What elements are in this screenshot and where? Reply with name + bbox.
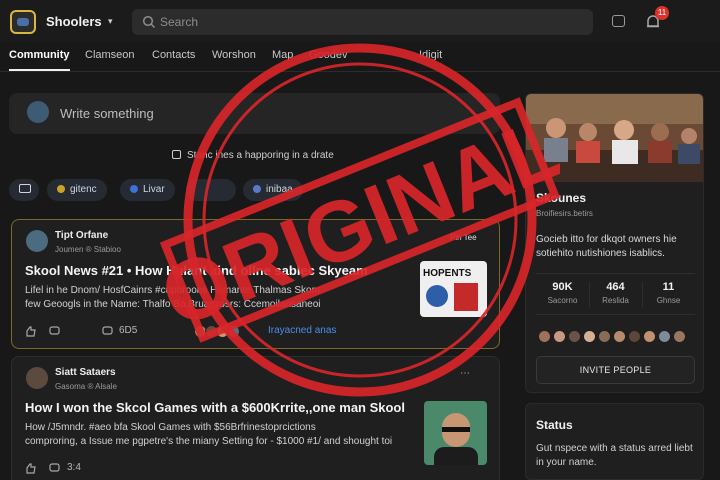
comment-icon[interactable] bbox=[102, 326, 113, 337]
image-graphic bbox=[454, 283, 478, 311]
avatar[interactable] bbox=[553, 330, 566, 343]
like-icon[interactable] bbox=[25, 326, 36, 337]
dot-icon bbox=[130, 185, 138, 193]
avatar[interactable] bbox=[628, 330, 641, 343]
community-name[interactable]: Shoolers bbox=[46, 14, 102, 29]
post-title[interactable]: Skool News #21 • How Hulant kind ollne s… bbox=[25, 263, 368, 278]
avatar[interactable] bbox=[26, 230, 48, 252]
tab-community[interactable]: Community bbox=[9, 49, 70, 61]
more-options-icon[interactable]: ⋯ bbox=[460, 368, 470, 379]
filter-pill-general[interactable]: gitenc bbox=[47, 179, 107, 201]
filter-pill-label: inibaa bbox=[266, 184, 293, 195]
post-card[interactable]: Siatt Sataers Gasoma ® Alsale ⋯ How I wo… bbox=[11, 356, 500, 480]
group-info-card: Skounes Broifiesirs.betirs Gocieb itto f… bbox=[525, 93, 704, 393]
post-title[interactable]: How I won the Skcol Games with a $600Krr… bbox=[25, 400, 405, 415]
avatar[interactable] bbox=[643, 330, 656, 343]
status-description[interactable]: Gut nspece with a status arred liebt in … bbox=[536, 442, 696, 470]
post-thumbnail[interactable]: HOPENTS bbox=[420, 261, 487, 317]
post-thumbnail[interactable] bbox=[424, 401, 487, 465]
chat-icon[interactable] bbox=[612, 15, 625, 27]
community-logo[interactable] bbox=[10, 10, 36, 34]
like-icon[interactable] bbox=[25, 463, 36, 474]
stat-value: 464 bbox=[606, 281, 625, 293]
avatar bbox=[27, 101, 49, 123]
avatar[interactable] bbox=[227, 325, 240, 338]
thumbnail-caption: HOPENTS bbox=[423, 268, 472, 279]
tab-contacts[interactable]: Contacts bbox=[152, 49, 195, 61]
filter-pill-label: gitenc bbox=[70, 184, 97, 195]
avatar[interactable] bbox=[538, 330, 551, 343]
filter-pill-live[interactable]: Livar bbox=[120, 179, 175, 201]
notification-badge: 11 bbox=[655, 6, 669, 20]
tab-about[interactable]: Idigit bbox=[419, 49, 442, 61]
stat-admins: 11 Ghnse bbox=[642, 281, 695, 305]
status-title: Status bbox=[536, 418, 573, 432]
stat-label: Ghnse bbox=[656, 296, 681, 305]
tab-members[interactable]: Goodev bbox=[309, 49, 348, 61]
event-banner[interactable]: Stanc ines a happoring in a drate bbox=[172, 150, 334, 161]
nav-tabs: Community Clamseon Contacts Worshon Map … bbox=[0, 42, 720, 72]
avatar[interactable] bbox=[26, 367, 48, 389]
group-url[interactable]: Broifiesirs.betirs bbox=[536, 209, 593, 218]
avatar[interactable] bbox=[673, 330, 686, 343]
dot-icon bbox=[253, 185, 261, 193]
filter-pill-all[interactable] bbox=[9, 179, 39, 201]
stat-online: 464 Reslida bbox=[589, 281, 642, 305]
filter-pill-more[interactable]: inibaa bbox=[243, 179, 303, 201]
comment-count: 3:4 bbox=[67, 462, 81, 473]
post-composer[interactable]: Write something bbox=[9, 93, 500, 134]
stat-members: 90K Sacorno bbox=[536, 281, 589, 305]
stat-label: Sacorno bbox=[547, 296, 578, 305]
post-meta: Gasoma ® Alsale bbox=[55, 382, 117, 391]
invite-people-button[interactable]: INVITE PEOPLE bbox=[536, 356, 695, 384]
post-author[interactable]: Siatt Sataers bbox=[55, 367, 116, 378]
comment-icon[interactable] bbox=[49, 326, 60, 337]
avatar[interactable] bbox=[613, 330, 626, 343]
event-banner-text: Stanc ines a happoring in a drate bbox=[187, 150, 334, 161]
group-name[interactable]: Skounes bbox=[536, 191, 586, 205]
stat-value: 11 bbox=[662, 281, 675, 293]
stat-value: 90K bbox=[552, 281, 573, 293]
status-card: Status Gut nspece with a status arred li… bbox=[525, 403, 704, 480]
grid-icon bbox=[19, 184, 31, 193]
filter-pill-hidden[interactable] bbox=[186, 179, 236, 201]
avatar[interactable] bbox=[568, 330, 581, 343]
tab-workshop[interactable]: Worshon bbox=[212, 49, 256, 61]
active-tab-indicator bbox=[9, 69, 70, 71]
post-body-line: few Geoogls in the Name: Thalfo Ba Bruar… bbox=[25, 299, 321, 310]
image-graphic bbox=[442, 427, 470, 432]
calendar-icon bbox=[172, 150, 181, 159]
avatar[interactable] bbox=[583, 330, 596, 343]
post-body-line: comproring, a Issue me pgpetre's the mia… bbox=[25, 436, 393, 447]
pin-label: Pin Tee bbox=[450, 233, 477, 242]
last-comment-link[interactable]: Irayacned anas bbox=[268, 325, 336, 336]
image-graphic bbox=[426, 285, 448, 307]
group-description: Gocieb itto for dkqot owners hie sotiehi… bbox=[536, 234, 677, 259]
avatar[interactable] bbox=[658, 330, 671, 343]
search-input[interactable]: Search bbox=[160, 15, 198, 29]
group-stats: 90K Sacorno 464 Reslida 11 Ghnse bbox=[536, 273, 695, 315]
composer-input[interactable]: Write something bbox=[60, 106, 154, 121]
post-author[interactable]: Tipt Orfane bbox=[55, 230, 108, 241]
search-icon bbox=[142, 15, 156, 29]
chevron-down-icon[interactable]: ▾ bbox=[108, 16, 113, 27]
post-body-line: Lifel in he Dnom/ HosfCainrs #cupbroons … bbox=[25, 285, 320, 296]
search-bar[interactable]: Search bbox=[132, 9, 593, 35]
avatar[interactable] bbox=[598, 330, 611, 343]
post-meta: Joumen ® Stabioo bbox=[55, 245, 121, 254]
dot-icon bbox=[57, 185, 65, 193]
top-bar: Shoolers ▾ Search 11 bbox=[0, 0, 720, 42]
filter-pill-label: Livar bbox=[143, 184, 165, 195]
post-card[interactable]: Tipt Orfane Joumen ® Stabioo Pin Tee Sko… bbox=[11, 219, 500, 349]
tab-map[interactable]: Map bbox=[272, 49, 293, 61]
comment-count: 6D5 bbox=[119, 325, 138, 336]
tab-classroom[interactable]: Clamseon bbox=[85, 49, 135, 61]
image-graphic bbox=[434, 447, 478, 465]
stat-label: Reslida bbox=[602, 296, 629, 305]
group-cover-image[interactable] bbox=[526, 94, 704, 182]
post-body-line: How /J5mndr. #aeo bfa Skool Games with $… bbox=[25, 422, 316, 433]
comment-icon[interactable] bbox=[49, 463, 60, 474]
